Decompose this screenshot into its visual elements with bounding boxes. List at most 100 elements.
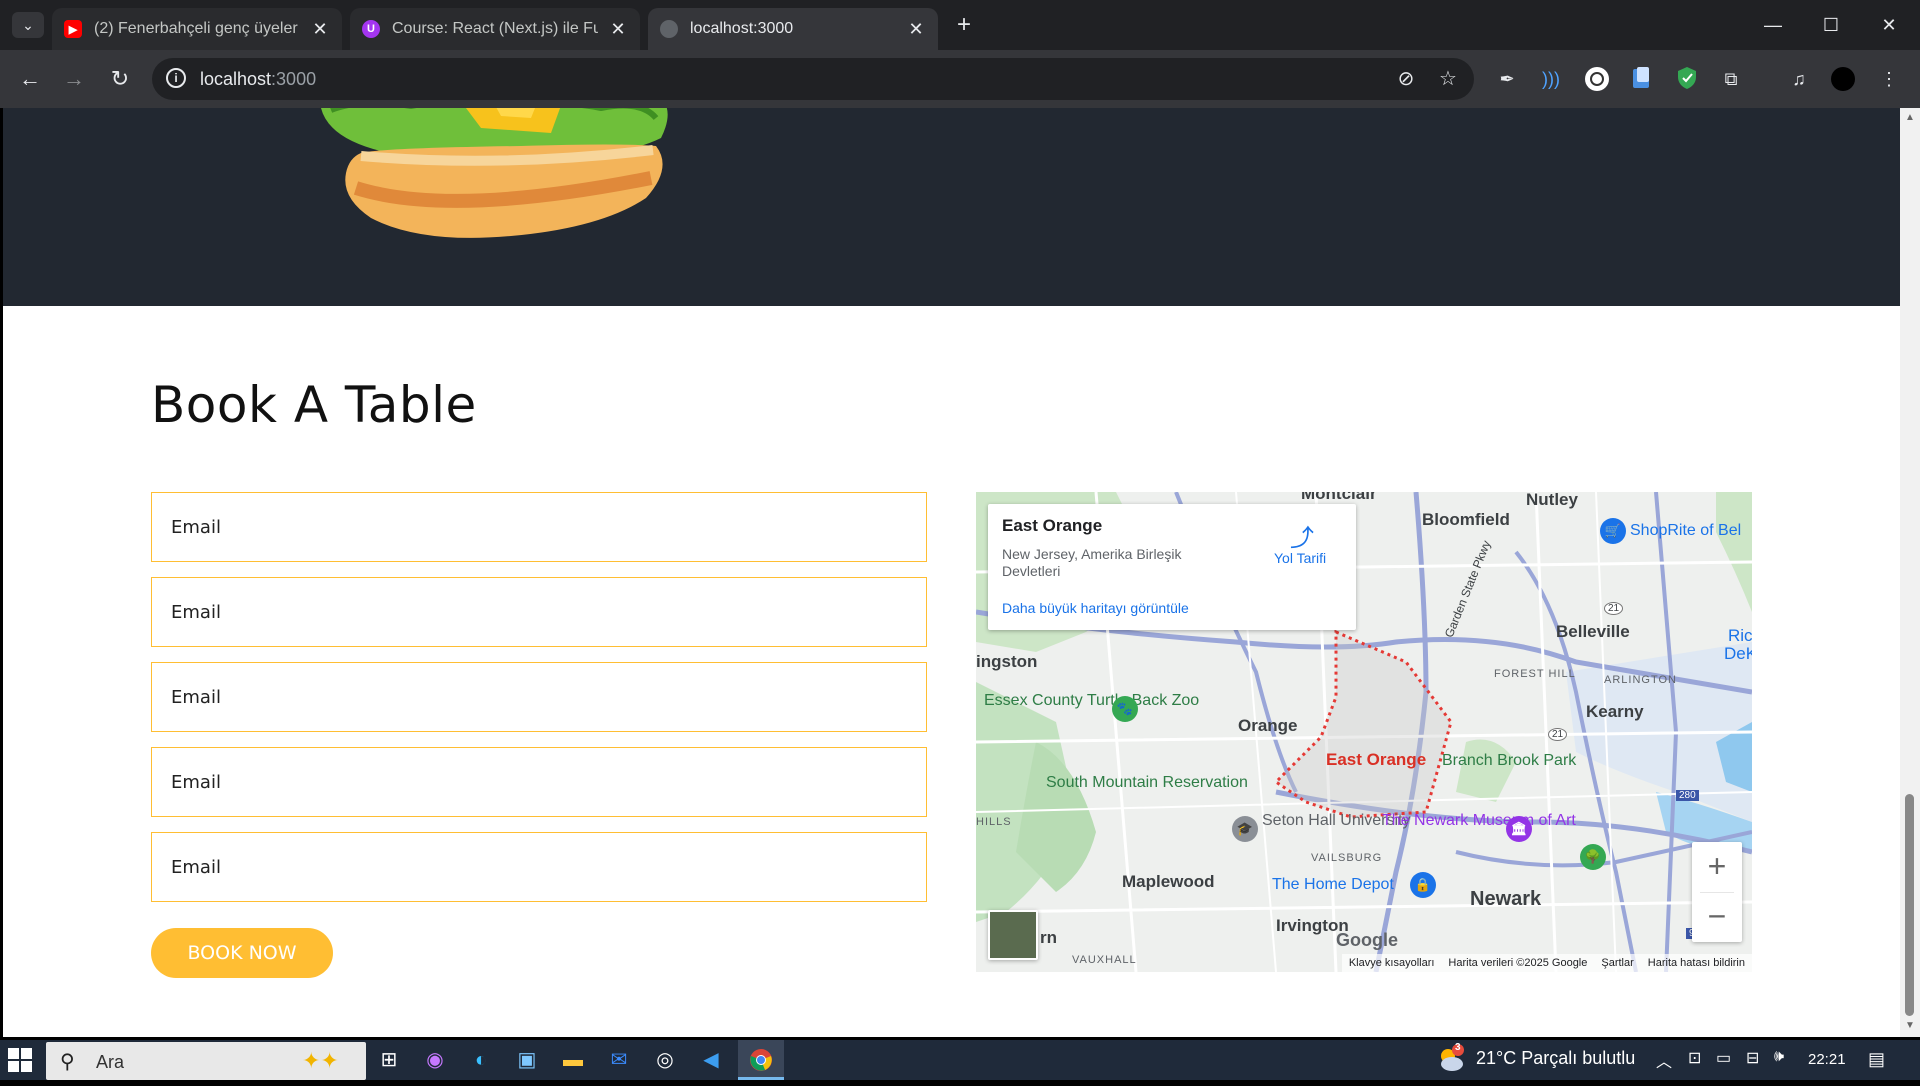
windows-start-icon[interactable]: [8, 1048, 34, 1074]
burger-image: [321, 108, 668, 238]
tab-udemy[interactable]: U Course: React (Next.js) ile Full St ✕: [350, 8, 640, 50]
network-icon[interactable]: ⊟: [1746, 1048, 1759, 1068]
extensions-puzzle-icon[interactable]: ⧉: [1718, 66, 1744, 92]
shield-extension-icon[interactable]: [1674, 66, 1700, 92]
zoom-in-button[interactable]: +: [1692, 842, 1742, 892]
university-icon[interactable]: 🎓: [1232, 816, 1258, 842]
satellite-layer-toggle[interactable]: [988, 910, 1038, 960]
map-label-belleville: Belleville: [1556, 622, 1630, 641]
page-scrollbar[interactable]: ▲ ▼: [1900, 108, 1920, 1037]
maximize-icon[interactable]: ☐: [1803, 0, 1859, 50]
tray-expand-icon[interactable]: ︿: [1656, 1048, 1672, 1072]
close-icon[interactable]: ✕: [608, 19, 628, 40]
eyedropper-extension-icon[interactable]: ✒: [1494, 66, 1520, 92]
larger-map-link[interactable]: Daha büyük haritayı görüntüle: [1002, 600, 1189, 616]
park-icon[interactable]: 🌳: [1580, 844, 1606, 870]
vscode-icon[interactable]: ◀: [688, 1040, 734, 1080]
browser-tabstrip: ⌄ ▶ (2) Fenerbahçeli genç üyeler "Kr ✕ U…: [0, 0, 1920, 50]
map-zoom-controls: + −: [1692, 842, 1742, 942]
site-info-icon[interactable]: i: [166, 68, 186, 88]
profile-avatar[interactable]: [1830, 66, 1856, 92]
close-window-icon[interactable]: ✕: [1861, 0, 1917, 50]
map-label-forest-hill: FOREST HILL: [1494, 668, 1576, 680]
google-map[interactable]: Montclair Nutley Bloomfield 🛒 ShopRite o…: [976, 492, 1752, 972]
map-label-montclair: Montclair: [1301, 492, 1377, 503]
menu-kebab-icon[interactable]: ⋮: [1876, 66, 1902, 92]
tab-localhost[interactable]: localhost:3000 ✕: [648, 8, 938, 50]
notifications-icon[interactable]: ▤: [1868, 1049, 1885, 1070]
zoom-out-button[interactable]: −: [1692, 892, 1742, 942]
tab-title: localhost:3000: [690, 20, 794, 37]
map-label-nutley: Nutley: [1526, 492, 1578, 509]
map-label-orange: Orange: [1238, 716, 1298, 735]
scroll-up-icon[interactable]: ▲: [1904, 112, 1916, 124]
email-field-2[interactable]: [151, 577, 927, 647]
weather-text[interactable]: 21°C Parçalı bulutlu: [1476, 1048, 1635, 1069]
edge-icon[interactable]: ◐: [458, 1040, 504, 1080]
file-explorer-icon[interactable]: ▬: [550, 1040, 596, 1080]
map-label-arlington: ARLINGTON: [1604, 674, 1677, 686]
tab-search-dropdown-icon[interactable]: ⌄: [12, 12, 44, 38]
bookmark-star-icon[interactable]: ☆: [1436, 67, 1460, 91]
scroll-down-icon[interactable]: ▼: [1904, 1020, 1916, 1032]
map-label-ric: Ric: [1728, 626, 1752, 645]
address-bar[interactable]: i localhost:3000 ⊘ ☆: [152, 58, 1474, 100]
shopping-cart-icon[interactable]: 🛒: [1600, 518, 1626, 544]
weather-partly-cloudy-icon[interactable]: [1434, 1042, 1468, 1076]
tab-youtube[interactable]: ▶ (2) Fenerbahçeli genç üyeler "Kr ✕: [52, 8, 342, 50]
minimize-icon[interactable]: —: [1745, 0, 1801, 50]
page-title: Book A Table: [151, 376, 477, 434]
eye-off-icon[interactable]: ⊘: [1394, 67, 1418, 91]
zoo-paw-icon[interactable]: 🐾: [1112, 696, 1138, 722]
book-now-button[interactable]: BOOK NOW: [151, 928, 333, 978]
store-app-icon[interactable]: ▣: [504, 1040, 550, 1080]
email-field-1[interactable]: [151, 492, 927, 562]
copilot-icon[interactable]: ◉: [412, 1040, 458, 1080]
scroll-thumb[interactable]: [1905, 794, 1914, 1016]
keyboard-shortcuts-link[interactable]: Klavye kısayolları: [1342, 954, 1442, 972]
map-footer: Klavye kısayolları Harita verileri ©2025…: [1341, 954, 1752, 972]
back-icon[interactable]: ←: [14, 64, 46, 96]
meet-now-icon[interactable]: ⊡: [1688, 1048, 1701, 1068]
map-label-vailsburg: VAILSBURG: [1311, 852, 1383, 864]
map-data-attribution: Harita verileri ©2025 Google: [1448, 957, 1588, 969]
url-text[interactable]: localhost:3000: [200, 69, 316, 90]
task-view-icon[interactable]: ⊞: [366, 1040, 412, 1080]
media-controls-icon[interactable]: ♫: [1786, 66, 1812, 92]
outlook-icon[interactable]: ✉: [596, 1040, 642, 1080]
taskbar-search-box[interactable]: ⚲ Ara ✦✦: [46, 1042, 366, 1080]
new-tab-icon[interactable]: +: [950, 12, 978, 40]
volume-icon[interactable]: 🕪: [1774, 1048, 1784, 1066]
directions-link[interactable]: Yol Tarifi: [1274, 550, 1326, 566]
map-label-kearny: Kearny: [1586, 702, 1644, 721]
directions-icon[interactable]: ⤴: [1290, 518, 1314, 552]
forward-icon[interactable]: →: [58, 64, 90, 96]
audio-extension-icon[interactable]: ))): [1538, 66, 1564, 92]
copilot-sparkle-icon: ✦✦: [302, 1048, 339, 1073]
terms-link[interactable]: Şartlar: [1594, 954, 1640, 972]
museum-icon[interactable]: 🏛: [1506, 816, 1532, 842]
clock-time[interactable]: 22:21: [1808, 1051, 1846, 1068]
windows-taskbar: ⚲ Ara ✦✦ ⊞ ◉ ◐ ▣ ▬ ✉ ◎ ◀ 3 21°C Parçalı …: [0, 1040, 1920, 1080]
report-error-link[interactable]: Harita hatası bildirin: [1641, 954, 1752, 972]
close-icon[interactable]: ✕: [310, 19, 330, 40]
email-field-5[interactable]: [151, 832, 927, 902]
map-label-home-depot: The Home Depot: [1272, 876, 1394, 893]
route-21-shield: 21: [1604, 602, 1624, 615]
tab-title: Course: React (Next.js) ile Full St: [392, 20, 598, 37]
place-subtitle: New Jersey, Amerika Birleşik Devletleri: [1002, 546, 1182, 579]
vpn-extension-icon[interactable]: [1584, 66, 1610, 92]
close-icon[interactable]: ✕: [906, 19, 926, 40]
battery-icon[interactable]: ▭: [1716, 1048, 1731, 1068]
store-icon[interactable]: 🔒: [1410, 872, 1436, 898]
google-logo: Google: [1336, 930, 1398, 950]
obs-icon[interactable]: ◎: [642, 1040, 688, 1080]
email-field-3[interactable]: [151, 662, 927, 732]
browser-toolbar: ← → ↻ i localhost:3000 ⊘ ☆ ✒ ))) ⧉ ♫ ⋮: [0, 50, 1920, 108]
email-field-4[interactable]: [151, 747, 927, 817]
map-label-livingston: ingston: [976, 652, 1038, 671]
map-label-hills: HILLS: [976, 816, 1012, 828]
chrome-icon[interactable]: [738, 1040, 784, 1080]
reload-icon[interactable]: ↻: [104, 64, 136, 96]
docs-extension-icon[interactable]: [1628, 66, 1654, 92]
